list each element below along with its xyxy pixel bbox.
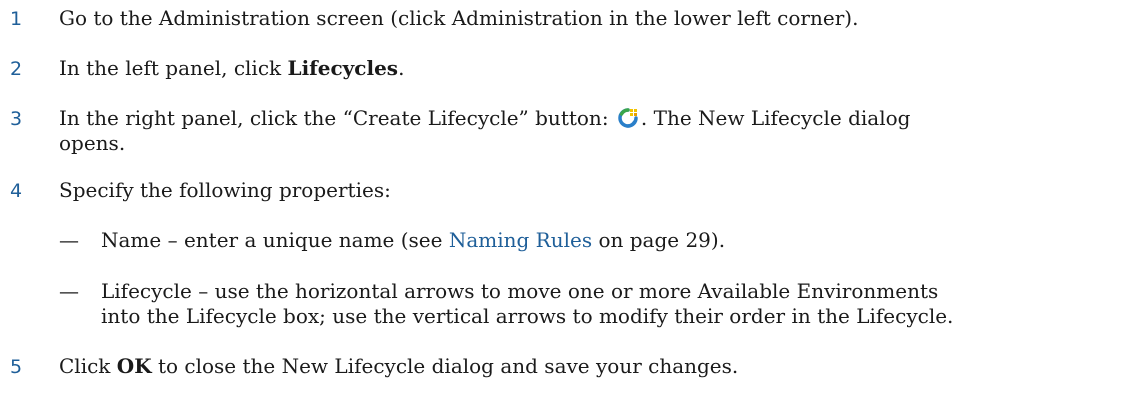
step-text: In the right panel, click the “Create Li… — [59, 106, 910, 135]
property-text: Lifecycle – use the horizontal arrows to… — [101, 279, 939, 303]
bullet-dash: — — [59, 228, 79, 252]
step-text-post: . The New Lifecycle dialog — [640, 106, 911, 130]
step-text-post: . — [398, 56, 405, 80]
step-number: 2 — [10, 58, 23, 80]
property-text: Name – enter a unique name (see Naming R… — [101, 228, 725, 253]
naming-rules-link[interactable]: Naming Rules — [449, 228, 592, 252]
ui-term: OK — [116, 354, 152, 378]
create-lifecycle-icon — [617, 107, 639, 135]
step-text-post: to close the New Lifecycle dialog and sa… — [151, 354, 739, 378]
step-number: 4 — [10, 180, 23, 202]
ui-term: Lifecycles — [287, 56, 399, 80]
step-number: 1 — [10, 8, 23, 30]
procedure: 1 Go to the Administration screen (click… — [0, 0, 1139, 405]
step-text-line2: opens. — [59, 131, 126, 155]
property-text-post: on page 29). — [592, 228, 726, 252]
step-text: In the left panel, click Lifecycles. — [59, 56, 404, 81]
bullet-dash: — — [59, 279, 79, 303]
step-text: Specify the following properties: — [59, 178, 391, 202]
step-text-pre: Click — [59, 354, 117, 378]
step-number: 5 — [10, 356, 23, 378]
property-text-pre: Name – enter a unique name (see — [101, 228, 449, 252]
step-text: Click OK to close the New Lifecycle dial… — [59, 354, 738, 379]
property-text-line2: into the Lifecycle box; use the vertical… — [101, 304, 954, 328]
step-text-pre: In the left panel, click — [59, 56, 288, 80]
step-text: Go to the Administration screen (click A… — [59, 6, 859, 30]
step-text-pre: In the right panel, click the “Create Li… — [59, 106, 615, 130]
step-number: 3 — [10, 108, 23, 130]
